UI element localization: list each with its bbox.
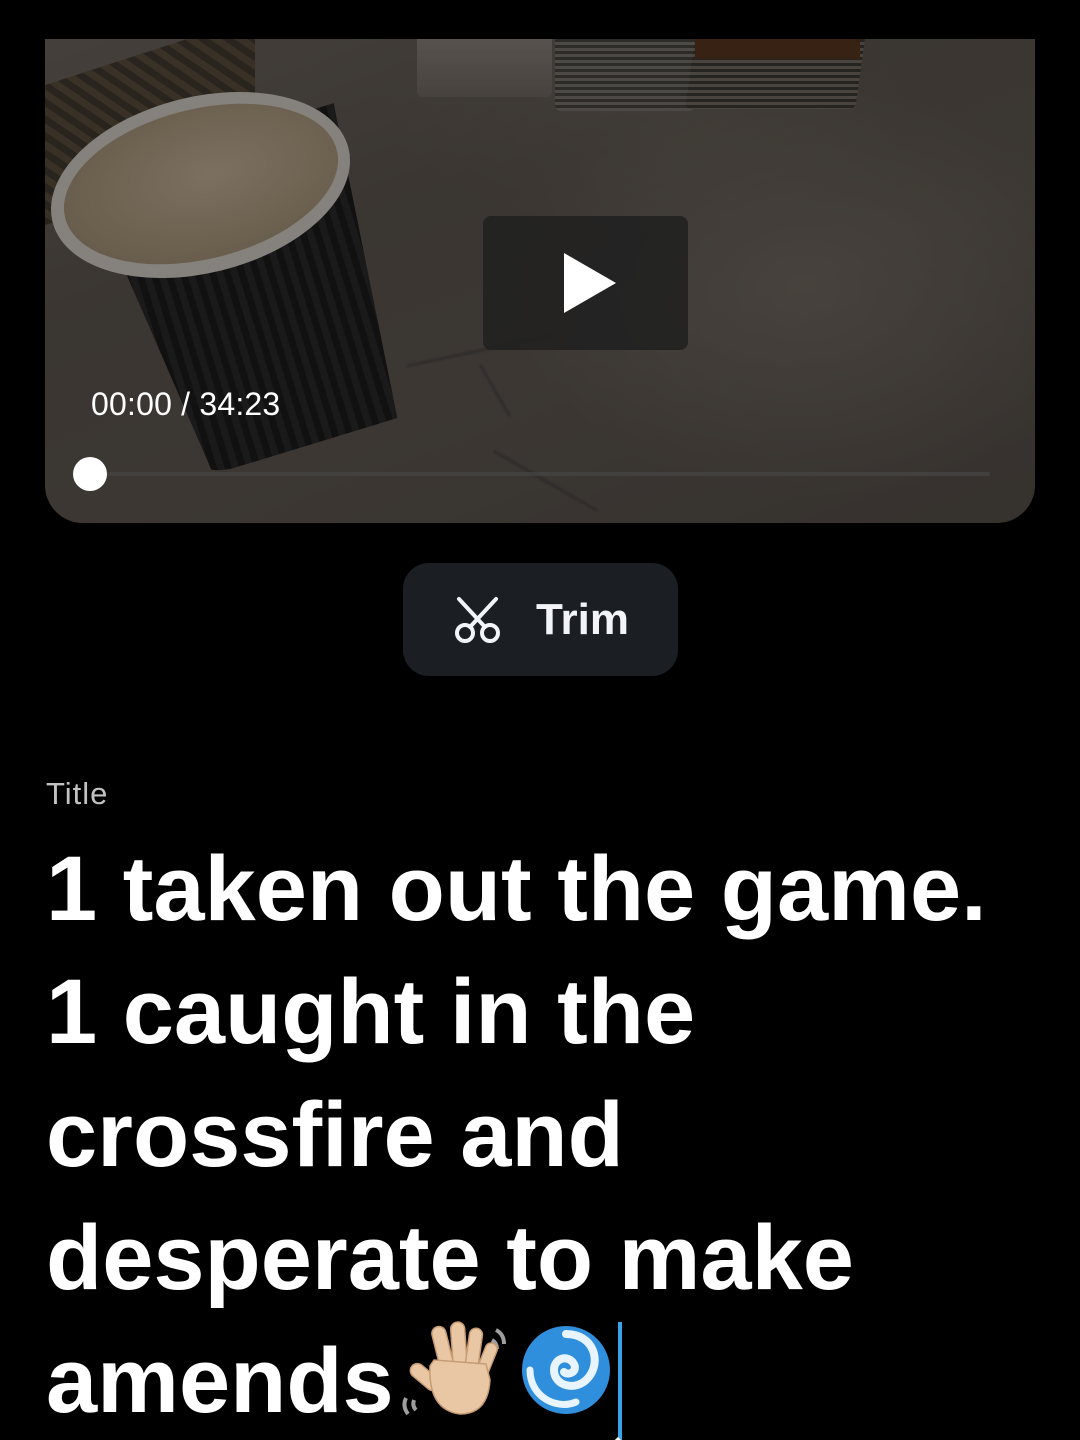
trim-label: Trim (536, 594, 629, 644)
seek-thumb[interactable] (73, 457, 107, 491)
trim-button[interactable]: Trim (403, 563, 678, 676)
text-cursor (603, 1322, 632, 1440)
video-preview[interactable]: 00:00 / 34:23 (45, 39, 1035, 523)
title-input[interactable]: 1 taken out the game. 1 caught in the cr… (46, 828, 1056, 1440)
title-field-label: Title (46, 776, 109, 811)
time-readout: 00:00 / 34:23 (91, 386, 281, 422)
seek-bar[interactable] (73, 457, 990, 491)
scissors-icon (452, 593, 506, 647)
video-edit-screen: 00:00 / 34:23 Trim Title 1 taken out the… (0, 0, 1080, 1440)
waving-hand-icon (400, 1320, 512, 1420)
play-button[interactable] (483, 216, 688, 350)
cyclone-icon (518, 1320, 614, 1420)
play-icon (563, 253, 616, 313)
